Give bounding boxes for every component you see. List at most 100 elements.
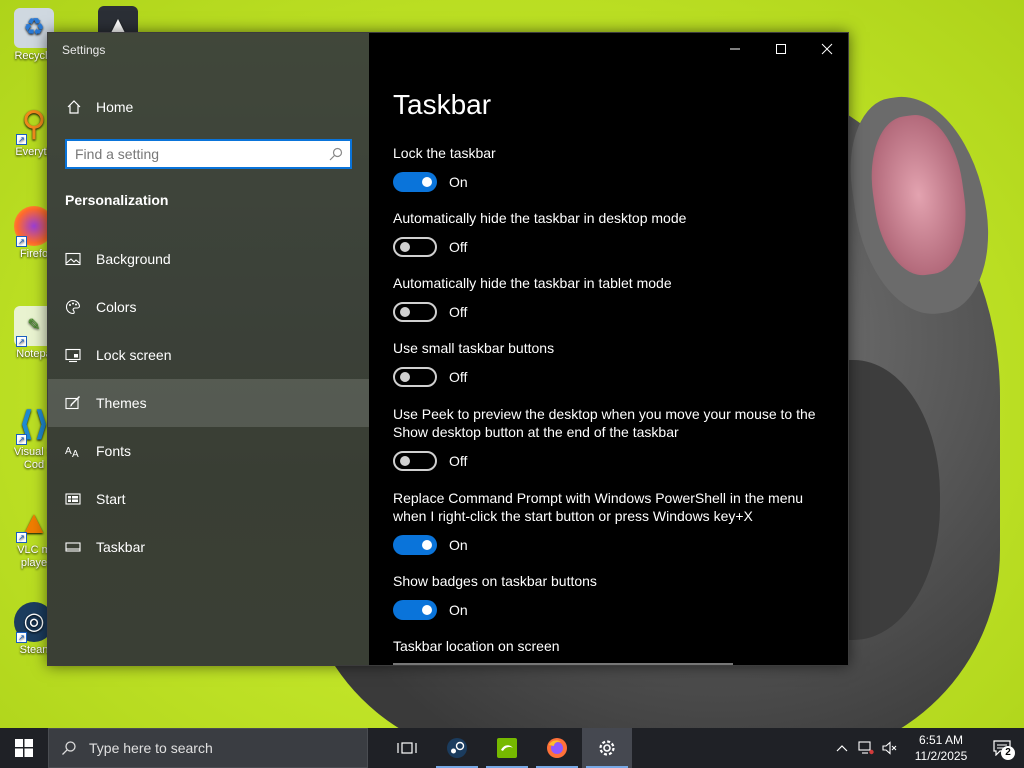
setting-badges: Show badges on taskbar buttons On	[393, 572, 833, 620]
minimize-icon	[730, 48, 740, 50]
taskbar-search-placeholder: Type here to search	[89, 740, 213, 756]
fonts-icon: A A	[65, 446, 79, 459]
window-title: Settings	[62, 43, 106, 57]
palette-icon	[65, 299, 81, 315]
taskbar-location-dropdown[interactable]	[393, 663, 733, 665]
nav-item-label: Start	[96, 491, 126, 507]
taskbar-firefox[interactable]	[532, 728, 582, 768]
autohide-desktop-toggle[interactable]	[393, 237, 437, 257]
search-icon[interactable]	[328, 146, 344, 162]
setting-small-buttons: Use small taskbar buttons Off	[393, 339, 833, 387]
setting-location: Taskbar location on screen	[393, 637, 833, 655]
shortcut-arrow-icon: ↗	[16, 434, 27, 445]
toggle-state: Off	[449, 304, 468, 320]
small-buttons-toggle[interactable]	[393, 367, 437, 387]
nav-item-themes[interactable]: Themes	[48, 379, 369, 427]
shortcut-arrow-icon: ↗	[16, 632, 27, 643]
volume-muted-icon	[882, 741, 897, 755]
taskbar-steam[interactable]	[432, 728, 482, 768]
search-icon	[62, 741, 76, 755]
lock-taskbar-toggle[interactable]	[393, 172, 437, 192]
nav-item-label: Themes	[96, 395, 147, 411]
notification-count-badge: 2	[1001, 746, 1015, 760]
maximize-button[interactable]	[758, 33, 804, 65]
start-button[interactable]	[0, 728, 48, 768]
nvidia-icon	[497, 738, 517, 758]
start-tiles-icon	[65, 493, 81, 505]
volume-button[interactable]	[878, 728, 902, 768]
nav-item-label: Colors	[96, 299, 137, 315]
nav-item-taskbar[interactable]: Taskbar	[48, 523, 369, 571]
windows-logo-icon	[15, 739, 33, 757]
setting-label: Use Peek to preview the desktop when you…	[393, 406, 816, 440]
shortcut-arrow-icon: ↗	[16, 336, 27, 347]
setting-label: Use small taskbar buttons	[393, 340, 555, 356]
nav-item-background[interactable]: Background	[48, 235, 369, 283]
nav-item-label: Background	[96, 251, 171, 267]
setting-label: Taskbar location on screen	[393, 638, 560, 654]
task-view-icon	[397, 742, 417, 754]
nav-item-colors[interactable]: Colors	[48, 283, 369, 331]
toggle-state: Off	[449, 453, 468, 469]
taskbar-nvidia[interactable]	[482, 728, 532, 768]
task-view-button[interactable]	[382, 728, 432, 768]
page-title: Taskbar	[393, 89, 492, 120]
toggle-state: On	[449, 174, 468, 190]
settings-gear-icon	[599, 740, 615, 756]
minimize-button[interactable]	[712, 33, 758, 65]
shortcut-arrow-icon: ↗	[16, 134, 27, 145]
toggle-state: On	[449, 537, 468, 553]
nav-home[interactable]: Home	[48, 93, 369, 121]
nav-item-fonts[interactable]: A A Fonts	[48, 427, 369, 475]
taskbar-settings[interactable]	[582, 728, 632, 768]
network-button[interactable]	[854, 728, 878, 768]
taskbar-icon	[65, 542, 81, 552]
firefox-icon	[547, 738, 567, 758]
close-icon	[821, 43, 833, 55]
toggle-state: On	[449, 602, 468, 618]
show-hidden-icons-button[interactable]	[830, 728, 854, 768]
setting-label: Automatically hide the taskbar in tablet…	[393, 275, 672, 291]
settings-content-pane: Taskbar Lock the taskbar On Automaticall…	[369, 33, 848, 665]
shortcut-arrow-icon: ↗	[16, 532, 27, 543]
network-icon	[858, 741, 874, 755]
nav-item-label: Fonts	[96, 443, 132, 459]
lock-screen-icon	[65, 348, 81, 363]
steam-icon	[447, 738, 467, 758]
nav-item-start[interactable]: Start	[48, 475, 369, 523]
windows-taskbar: Type here to search 6:51 AM 11/2/2025 2	[0, 728, 1024, 768]
close-button[interactable]	[804, 33, 848, 65]
maximize-icon	[776, 44, 786, 54]
caption-buttons	[712, 33, 848, 65]
powershell-toggle[interactable]	[393, 535, 437, 555]
svg-text:A: A	[65, 446, 72, 457]
toggle-state: Off	[449, 239, 468, 255]
setting-powershell: Replace Command Prompt with Windows Powe…	[393, 489, 833, 555]
system-tray: 6:51 AM 11/2/2025 2	[830, 728, 1024, 768]
autohide-tablet-toggle[interactable]	[393, 302, 437, 322]
setting-autohide-tablet: Automatically hide the taskbar in tablet…	[393, 274, 833, 322]
settings-window: Settings Home Personalization	[47, 32, 849, 666]
clock-date: 11/2/2025	[914, 749, 968, 763]
themes-icon	[65, 396, 80, 410]
nav-item-label: Taskbar	[96, 539, 146, 555]
svg-text:A: A	[72, 449, 79, 459]
settings-search[interactable]	[65, 139, 352, 169]
taskbar-clock[interactable]: 6:51 AM 11/2/2025	[902, 732, 980, 764]
setting-lock-taskbar: Lock the taskbar On	[393, 144, 833, 192]
section-heading: Personalization	[65, 192, 169, 208]
nav-home-label: Home	[96, 99, 134, 115]
chevron-up-icon	[836, 745, 848, 752]
setting-autohide-desktop: Automatically hide the taskbar in deskto…	[393, 209, 833, 257]
nav-item-lock-screen[interactable]: Lock screen	[48, 331, 369, 379]
peek-toggle[interactable]	[393, 451, 437, 471]
picture-icon	[65, 252, 81, 266]
taskbar-search-box[interactable]: Type here to search	[48, 728, 368, 768]
home-icon	[67, 100, 81, 114]
badges-toggle[interactable]	[393, 600, 437, 620]
setting-label: Lock the taskbar	[393, 145, 496, 161]
settings-nav-pane: Settings Home Personalization	[48, 33, 369, 665]
setting-label: Replace Command Prompt with Windows Powe…	[393, 490, 804, 524]
action-center-button[interactable]: 2	[980, 728, 1024, 768]
settings-search-input[interactable]	[67, 146, 328, 162]
